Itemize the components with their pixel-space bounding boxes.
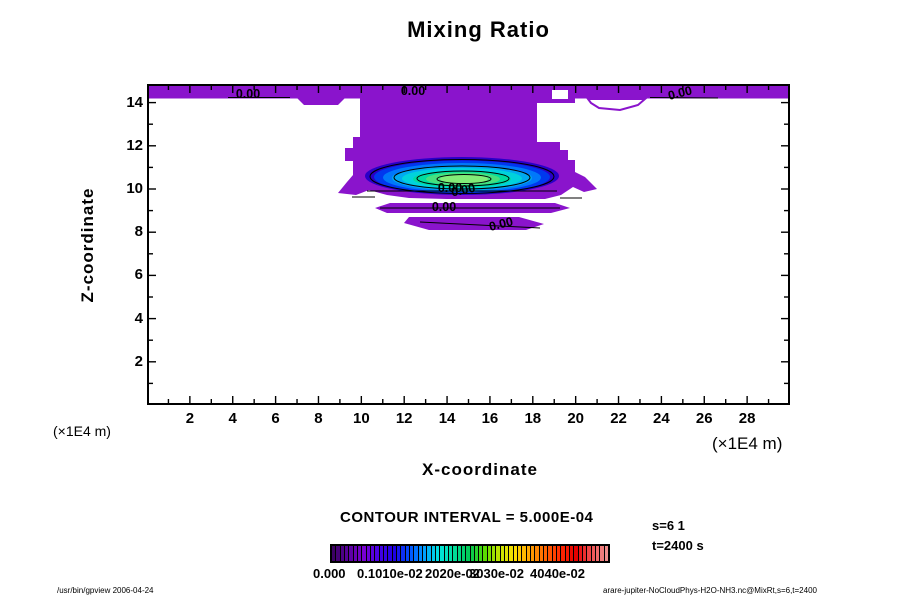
footer-filename-text: arare-jupiter-NoCloudPhys-H2O-NH3.nc@Mix… bbox=[603, 586, 848, 595]
colorbar-tick-label: 4040e-02 bbox=[530, 566, 585, 581]
y-tick-label: 6 bbox=[103, 267, 143, 283]
x-tick-label: 26 bbox=[687, 411, 721, 427]
colorbar-tick-label: 0.000 bbox=[313, 566, 346, 581]
x-tick-label: 22 bbox=[602, 411, 636, 427]
contour-interval-text: CONTOUR INTERVAL = 5.000E-04 bbox=[340, 509, 593, 526]
x-axis-title: X-coordinate bbox=[330, 460, 630, 480]
y-tick-label: 14 bbox=[103, 95, 143, 111]
y-tick-label: 2 bbox=[103, 354, 143, 370]
y-tick-label: 4 bbox=[103, 311, 143, 327]
y-tick-label: 8 bbox=[103, 224, 143, 240]
contour-zero-label: 0.00 bbox=[432, 200, 456, 214]
x-tick-label: 6 bbox=[259, 411, 293, 427]
y-tick-label: 12 bbox=[103, 138, 143, 154]
x-tick-label: 28 bbox=[730, 411, 764, 427]
x-tick-label: 4 bbox=[216, 411, 250, 427]
x-tick-label: 10 bbox=[344, 411, 378, 427]
gpview-window: Mixing Ratio Z-coordinate X-coordinate (… bbox=[0, 0, 900, 600]
y-axis-title: Z-coordinate bbox=[78, 188, 98, 303]
x-tick-label: 14 bbox=[430, 411, 464, 427]
x-tick-label: 18 bbox=[516, 411, 550, 427]
chart-title: Mixing Ratio bbox=[157, 17, 800, 43]
colorbar-segment bbox=[605, 546, 608, 561]
footer-command-text: /usr/bin/gpview 2006-04-24 bbox=[57, 586, 154, 595]
x-tick-label: 8 bbox=[301, 411, 335, 427]
colorbar-tick-label: 3030e-02 bbox=[469, 566, 524, 581]
x-tick-label: 24 bbox=[644, 411, 678, 427]
x-tick-label: 12 bbox=[387, 411, 421, 427]
contour-plot-canvas: 0.000.000.000.000.000.000.00 bbox=[147, 84, 790, 405]
slice-index-label: s=6 1 bbox=[652, 518, 685, 533]
x-tick-label: 2 bbox=[173, 411, 207, 427]
x-tick-label: 16 bbox=[473, 411, 507, 427]
y-axis-unit-label: (×1E4 m) bbox=[53, 423, 111, 439]
x-axis-unit-label: (×1E4 m) bbox=[712, 434, 782, 454]
colorbar bbox=[330, 544, 610, 563]
time-label: t=2400 s bbox=[652, 538, 704, 553]
x-tick-label: 20 bbox=[559, 411, 593, 427]
contour-zero-label: 0.00 bbox=[236, 87, 260, 101]
y-tick-label: 10 bbox=[103, 181, 143, 197]
colorbar-tick-label: 0.1010e-02 bbox=[357, 566, 423, 581]
